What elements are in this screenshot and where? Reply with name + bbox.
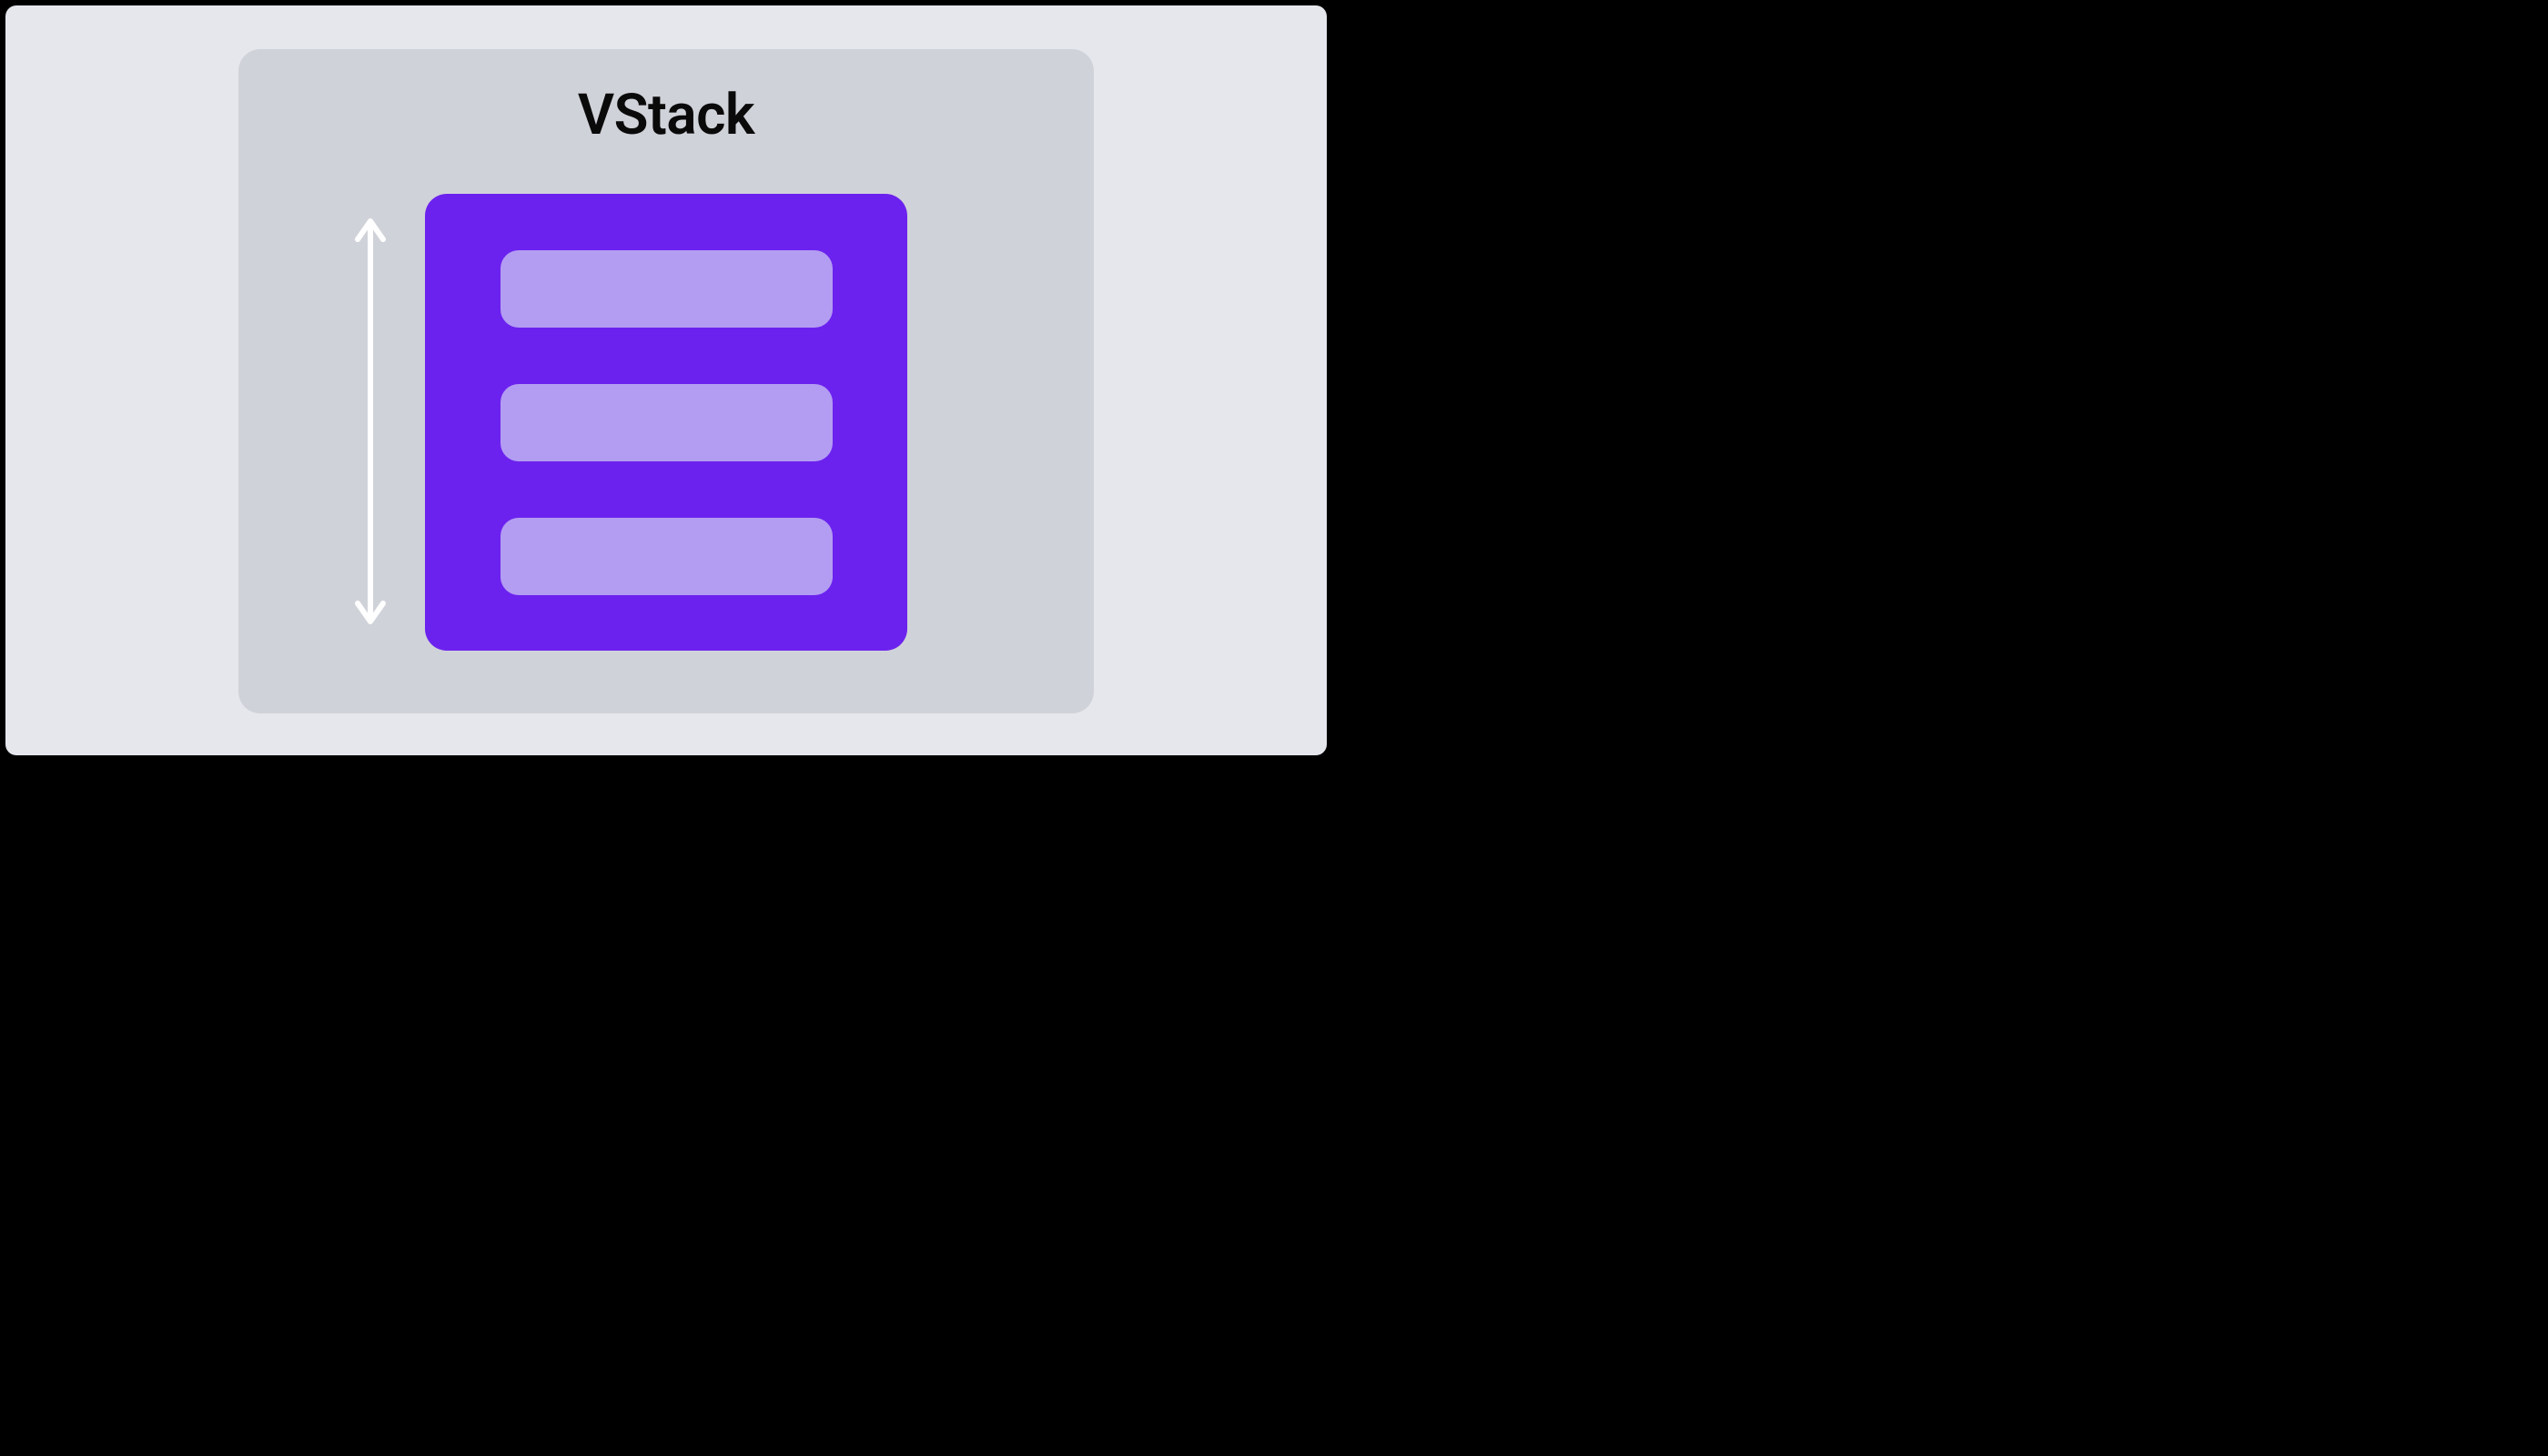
- diagram-panel: VStack: [238, 49, 1094, 713]
- diagram-title: VStack: [578, 82, 754, 148]
- diagram-content: [425, 194, 907, 651]
- stack-item: [500, 250, 833, 328]
- page-background: VStack: [5, 5, 1327, 755]
- stack-item: [500, 518, 833, 595]
- vstack-container: [425, 194, 907, 651]
- vertical-arrow-icon: [352, 221, 389, 622]
- stack-item: [500, 384, 833, 461]
